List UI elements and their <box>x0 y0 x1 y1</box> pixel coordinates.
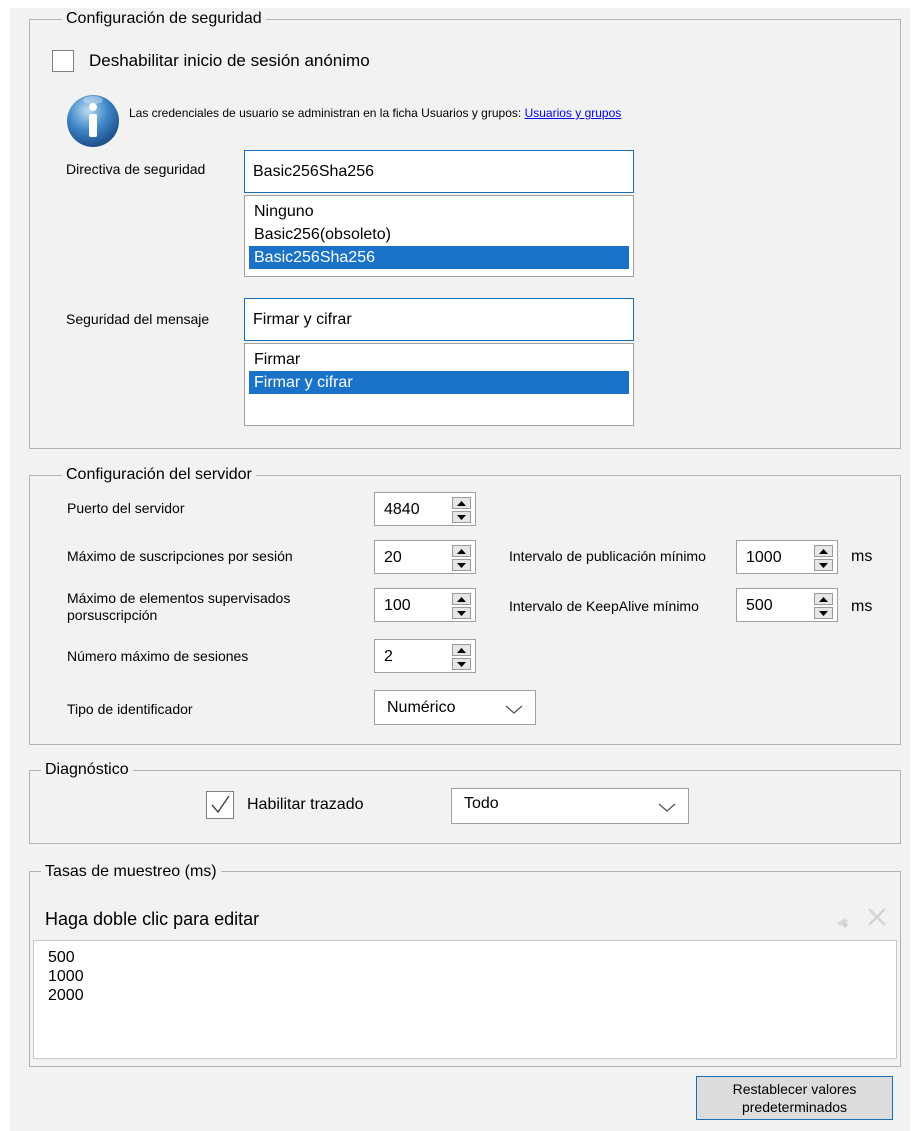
sampling-legend: Tasas de muestreo (ms) <box>41 862 221 882</box>
sampling-header: Haga doble clic para editar <box>33 896 897 940</box>
add-icon[interactable] <box>834 914 850 930</box>
keepalive-unit: ms <box>851 598 873 615</box>
sampling-rate-item[interactable]: 1000 <box>48 967 896 986</box>
anonymous-login-label: Deshabilitar inicio de sesión anónimo <box>89 51 370 70</box>
id-type-dropdown[interactable]: Numérico <box>374 690 536 725</box>
message-security-field[interactable]: Firmar y cifrar <box>244 298 634 341</box>
spin-up-icon[interactable] <box>452 497 471 509</box>
chevron-down-icon <box>658 803 676 812</box>
spin-down-icon[interactable] <box>452 559 471 571</box>
max-items-label-line2: porsuscripción <box>67 607 158 623</box>
max-subscriptions-stepper[interactable]: 20 <box>374 540 476 574</box>
id-type-label: Tipo de identificador <box>67 701 193 717</box>
keepalive-stepper[interactable]: 500 <box>736 588 838 622</box>
server-port-stepper[interactable]: 4840 <box>374 492 476 526</box>
spin-down-icon[interactable] <box>452 607 471 619</box>
info-message: Las credenciales de usuario se administr… <box>129 106 522 120</box>
trace-label: Habilitar trazado <box>247 796 364 813</box>
spin-down-icon[interactable] <box>452 511 471 523</box>
message-security-value: Firmar y cifrar <box>253 310 352 328</box>
diagnostics-legend: Diagnóstico <box>41 760 133 780</box>
trace-checkbox[interactable] <box>206 791 234 819</box>
security-legend: Configuración de seguridad <box>62 9 266 29</box>
max-subscriptions-label: Máximo de suscripciones por sesión <box>67 548 293 564</box>
pub-interval-label: Intervalo de publicación mínimo <box>509 548 706 564</box>
spin-down-icon[interactable] <box>814 607 833 619</box>
max-sessions-value: 2 <box>384 648 393 665</box>
server-port-value: 4840 <box>384 501 420 518</box>
pub-interval-stepper[interactable]: 1000 <box>736 540 838 574</box>
spin-down-icon[interactable] <box>452 658 471 670</box>
chevron-down-icon <box>505 705 523 714</box>
max-items-label-line1: Máximo de elementos supervisados <box>67 590 291 606</box>
max-items-value: 100 <box>384 597 411 614</box>
policy-option-basic256[interactable]: Basic256(obsoleto) <box>249 223 629 246</box>
max-items-label: Máximo de elementos supervisados porsusc… <box>67 590 290 624</box>
message-option-firmar[interactable]: Firmar <box>249 348 629 371</box>
message-option-firmar-cifrar[interactable]: Firmar y cifrar <box>249 371 629 394</box>
security-policy-field[interactable]: Basic256Sha256 <box>244 150 634 193</box>
spin-up-icon[interactable] <box>452 545 471 557</box>
info-icon <box>67 95 119 147</box>
policy-option-ninguno[interactable]: Ninguno <box>249 200 629 223</box>
message-security-label: Seguridad del mensaje <box>66 311 210 327</box>
anonymous-login-checkbox[interactable] <box>52 50 74 72</box>
pub-interval-value: 1000 <box>746 549 782 566</box>
checkmark-icon <box>211 795 230 814</box>
security-policy-value: Basic256Sha256 <box>253 162 374 180</box>
delete-icon[interactable] <box>866 906 888 928</box>
spin-up-icon[interactable] <box>814 545 833 557</box>
message-security-list[interactable]: Firmar Firmar y cifrar <box>244 343 634 426</box>
security-policy-list[interactable]: Ninguno Basic256(obsoleto) Basic256Sha25… <box>244 195 634 277</box>
spin-up-icon[interactable] <box>814 593 833 605</box>
security-policy-label: Directiva de seguridad <box>66 161 206 177</box>
server-legend: Configuración del servidor <box>62 465 256 485</box>
spin-down-icon[interactable] <box>814 559 833 571</box>
max-subscriptions-value: 20 <box>384 549 402 566</box>
sampling-rate-item[interactable]: 2000 <box>48 986 896 1005</box>
trace-level-value: Todo <box>464 795 499 812</box>
sampling-header-text: Haga doble clic para editar <box>45 909 260 929</box>
users-groups-link[interactable]: Usuarios y grupos <box>525 106 622 120</box>
info-text: Las credenciales de usuario se administr… <box>129 106 621 121</box>
reset-defaults-button[interactable]: Restablecer valores predeterminados <box>696 1076 893 1120</box>
max-sessions-stepper[interactable]: 2 <box>374 639 476 673</box>
max-sessions-label: Número máximo de sesiones <box>67 648 249 664</box>
pub-interval-unit: ms <box>851 548 873 565</box>
spin-up-icon[interactable] <box>452 644 471 656</box>
sampling-rates-list[interactable]: 500 1000 2000 <box>33 940 897 1059</box>
sampling-rate-item[interactable]: 500 <box>48 948 896 967</box>
reset-button-line1: Restablecer valores <box>732 1081 857 1097</box>
policy-option-basic256sha256[interactable]: Basic256Sha256 <box>249 246 629 269</box>
id-type-value: Numérico <box>387 699 456 716</box>
server-port-label: Puerto del servidor <box>67 500 185 516</box>
spin-up-icon[interactable] <box>452 593 471 605</box>
reset-button-line2: predeterminados <box>741 1099 848 1115</box>
max-items-stepper[interactable]: 100 <box>374 588 476 622</box>
keepalive-label: Intervalo de KeepAlive mínimo <box>509 598 699 614</box>
trace-level-dropdown[interactable]: Todo <box>451 788 689 824</box>
keepalive-value: 500 <box>746 597 773 614</box>
